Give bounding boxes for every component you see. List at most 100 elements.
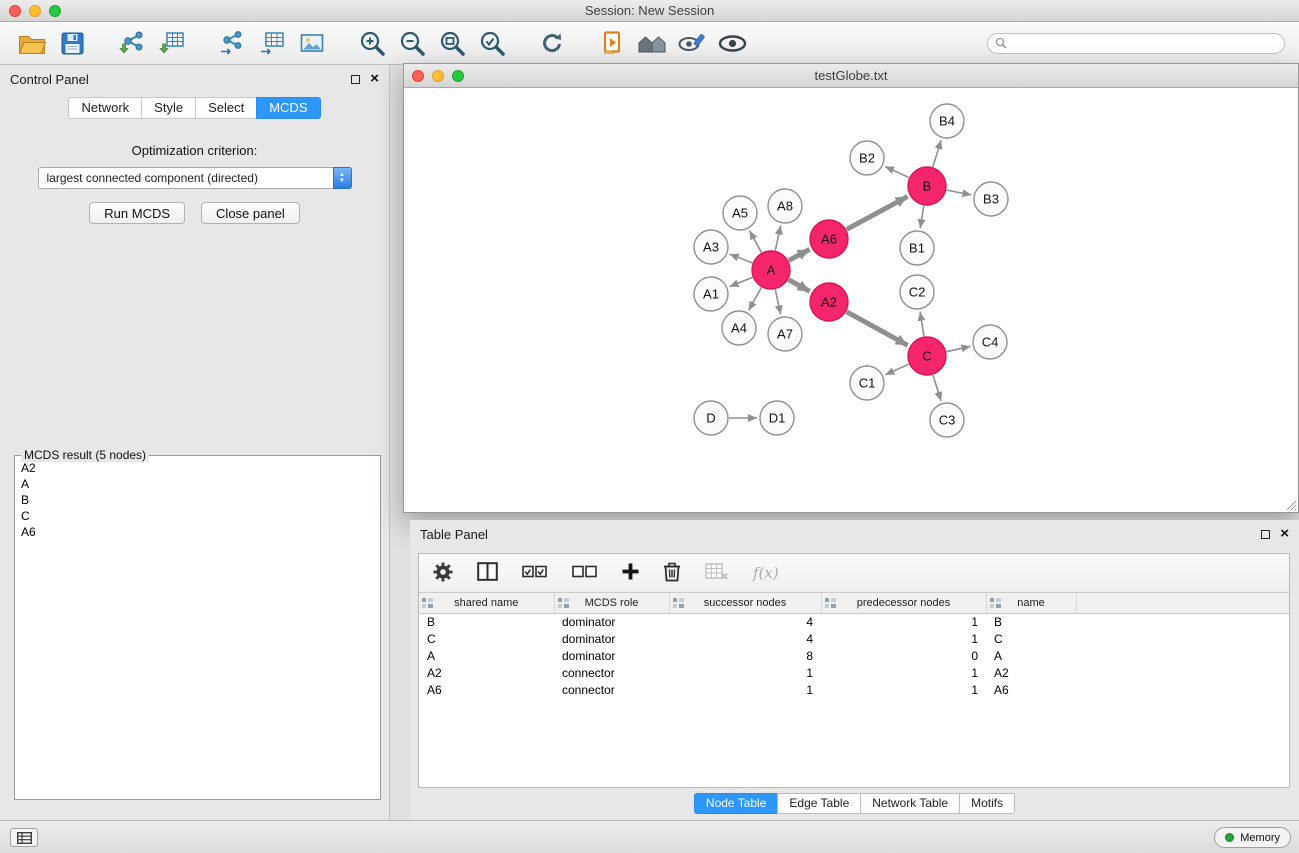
tab-select[interactable]: Select [195,97,257,119]
tab-mcds[interactable]: MCDS [256,97,320,119]
column-header-mcds-role[interactable]: MCDS role [554,593,669,613]
memory-button[interactable]: Memory [1214,827,1291,848]
graph-edge-A-A1[interactable] [730,277,753,286]
export-image-button[interactable] [292,25,332,61]
show-columns-button[interactable] [477,562,498,584]
save-session-button[interactable] [52,25,92,61]
mcds-result-item[interactable]: B [17,492,378,508]
graph-node-label-A4: A4 [731,321,747,336]
delete-row-button[interactable] [663,561,681,585]
graph-edge-C-C4[interactable] [947,346,971,351]
graph-edge-A-A3[interactable] [730,254,753,263]
graph-edge-B-B3[interactable] [947,190,972,195]
table-tabs: Node TableEdge TableNetwork TableMotifs [410,793,1299,814]
tab-edge-table[interactable]: Edge Table [777,793,861,814]
add-row-button[interactable] [622,563,639,583]
network-graph: B4B2BB3A5A8A6A3B1AC2A1A2A4A7C4CC1DD1C3 [404,88,1298,512]
graph-edge-A6-B[interactable] [847,196,908,229]
graph-edge-B-B1[interactable] [920,206,924,229]
close-panel-icon[interactable]: × [370,74,379,84]
refresh-icon [540,31,564,55]
delete-table-button[interactable] [705,562,729,584]
table-row[interactable]: A2connector11A2 [419,664,1289,681]
table-float-icon[interactable] [1261,530,1270,539]
table-cell: 1 [821,681,986,698]
column-header-shared-name[interactable]: shared name [419,593,554,613]
resize-grip-icon[interactable] [1285,499,1297,511]
zoom-fit-button[interactable] [432,25,472,61]
show-panels-button[interactable] [10,828,38,847]
column-header-predecessor-nodes[interactable]: predecessor nodes [821,593,986,613]
tab-network[interactable]: Network [68,97,142,119]
graph-edge-A-A7[interactable] [775,290,780,315]
table-cell: A [419,647,554,664]
column-header-name[interactable]: name [986,593,1076,613]
refresh-button[interactable] [532,25,572,61]
table-row[interactable]: Adominator80A [419,647,1289,664]
graph-edge-B-B2[interactable] [885,166,909,177]
open-session-button[interactable] [12,25,52,61]
table-cell: connector [554,681,669,698]
run-mcds-button[interactable]: Run MCDS [89,202,185,224]
network-window-title: testGlobe.txt [404,64,1298,87]
search-icon [995,37,1007,49]
table-row[interactable]: A6connector11A6 [419,681,1289,698]
table-row[interactable]: Cdominator41C [419,630,1289,647]
network-window-controls [412,70,464,82]
graph-edge-B-B4[interactable] [933,140,941,167]
network-window-titlebar[interactable]: testGlobe.txt [404,64,1298,88]
mcds-result-item[interactable]: A2 [17,460,378,476]
hide-annotations-button[interactable] [672,25,712,61]
table-cell: dominator [554,630,669,647]
column-header-label: predecessor nodes [857,597,951,609]
graph-edge-A-A4[interactable] [749,288,762,311]
select-all-button[interactable] [522,564,548,582]
mcds-result-item[interactable]: A [17,476,378,492]
table-settings-button[interactable] [433,562,453,585]
import-network-button[interactable] [112,25,152,61]
function-builder-button[interactable]: f(x) [753,564,779,582]
fullscreen-window-button[interactable] [49,5,61,17]
network-close-button[interactable] [412,70,424,82]
import-table-button[interactable] [152,25,192,61]
mcds-result-item[interactable]: A6 [17,524,378,540]
home-button[interactable] [632,25,672,61]
search-box[interactable] [987,33,1285,54]
zoom-selected-button[interactable] [472,25,512,61]
tab-style[interactable]: Style [141,97,196,119]
graph-node-label-A5: A5 [732,206,748,221]
close-window-button[interactable] [9,5,21,17]
zoom-in-button[interactable] [352,25,392,61]
snapshot-button[interactable] [592,25,632,61]
minimize-window-button[interactable] [29,5,41,17]
show-annotations-button[interactable] [712,25,752,61]
tab-network-table[interactable]: Network Table [860,793,960,814]
zoom-out-button[interactable] [392,25,432,61]
mcds-result-item[interactable]: C [17,508,378,524]
close-panel-button[interactable]: Close panel [201,202,300,224]
table-close-icon[interactable]: × [1280,529,1289,539]
network-table-button[interactable] [252,25,292,61]
graph-edge-C-C2[interactable] [920,312,924,336]
graph-edge-C-C3[interactable] [933,375,941,401]
graph-edge-A-A6[interactable] [789,249,810,260]
table-row[interactable]: Bdominator41B [419,613,1289,630]
graph-edge-A-A8[interactable] [775,226,780,251]
tab-motifs[interactable]: Motifs [959,793,1015,814]
tab-node-table[interactable]: Node Table [694,793,779,814]
deselect-all-button[interactable] [572,564,598,582]
graph-edge-A2-C[interactable] [847,312,908,346]
network-minimize-button[interactable] [432,70,444,82]
criterion-dropdown[interactable]: largest connected component (directed) ▲… [38,167,352,189]
network-canvas[interactable]: B4B2BB3A5A8A6A3B1AC2A1A2A4A7C4CC1DD1C3 [404,88,1298,512]
network-zoom-button[interactable] [452,70,464,82]
clone-network-button[interactable] [212,25,252,61]
float-panel-icon[interactable] [351,75,360,84]
graph-edge-C-C1[interactable] [885,364,909,375]
graph-edge-A-A2[interactable] [789,280,810,292]
node-table: shared nameMCDS rolesuccessor nodes prede… [419,593,1289,698]
graph-edge-A-A5[interactable] [750,231,762,253]
table-cell: 0 [821,647,986,664]
search-input[interactable] [1011,35,1277,51]
column-header-successor-nodes[interactable]: successor nodes [669,593,821,613]
